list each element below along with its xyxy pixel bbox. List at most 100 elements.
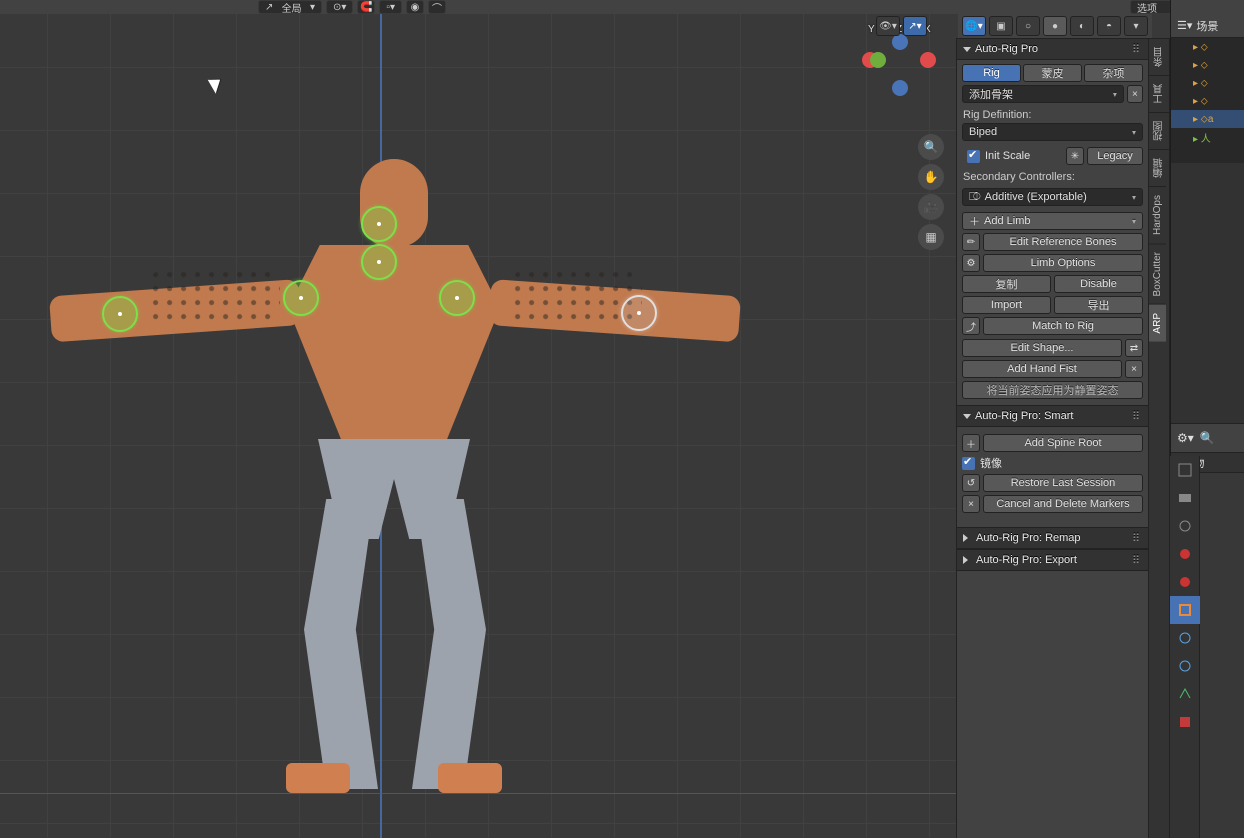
proportional-toggle[interactable]: ◉ [406, 0, 424, 14]
add-armature-dropdown[interactable]: 添加骨架▾ [962, 85, 1124, 103]
properties-search-icon[interactable]: 🔍 [1200, 431, 1215, 445]
apply-rest-pose-button[interactable]: 将当前姿态应用为静置姿态 [962, 381, 1143, 399]
zoom-button[interactable]: 🔍 [918, 134, 944, 160]
rig-marker-hand-l[interactable] [102, 296, 138, 332]
camera-button[interactable]: 🎥 [918, 194, 944, 220]
visibility-dropdown[interactable]: 👁▾ [876, 16, 900, 36]
duplicate-button[interactable]: 复制 [962, 275, 1051, 293]
snap-toggle[interactable]: 🧲 [357, 0, 375, 14]
rig-marker-shoulder-l[interactable] [283, 280, 319, 316]
ptab-render[interactable] [1170, 456, 1200, 484]
ptab-object[interactable] [1170, 596, 1200, 624]
arp-export-title: Auto-Rig Pro: Export [976, 554, 1077, 566]
arp-remap-title: Auto-Rig Pro: Remap [976, 532, 1081, 544]
limb-options-button[interactable]: Limb Options [983, 254, 1143, 272]
vtab-tool[interactable]: 工具 [1149, 75, 1170, 112]
snap-mode-dropdown[interactable]: ▫▾ [379, 0, 402, 14]
shade-rendered[interactable]: ◓ [1097, 16, 1121, 36]
outliner-header[interactable]: ☰▾ 场景 [1171, 14, 1244, 38]
disable-button[interactable]: Disable [1054, 275, 1143, 293]
legacy-button[interactable]: Legacy [1087, 147, 1143, 165]
restore-icon: ↺ [962, 474, 980, 492]
arp-smart-header[interactable]: Auto-Rig Pro: Smart ⠿ [957, 405, 1148, 427]
vtab-view[interactable]: 视图 [1149, 112, 1170, 149]
properties-header[interactable]: ⚙▾ 🔍 [1171, 423, 1244, 453]
3d-viewport[interactable]: Z Y X 🔍 ✋ 🎥 ▦ [0, 14, 956, 838]
xray-toggle[interactable]: ▣ [989, 16, 1013, 36]
hand-fist-remove[interactable]: × [1125, 360, 1143, 378]
ptab-physics[interactable] [1170, 680, 1200, 708]
vtab-edit[interactable]: 编辑 [1149, 149, 1170, 186]
add-limb-button[interactable]: ＋ Add Limb▾ [962, 212, 1143, 230]
ptab-viewlayer[interactable] [1170, 512, 1200, 540]
add-hand-fist-button[interactable]: Add Hand Fist [962, 360, 1122, 378]
vtab-hardops[interactable]: HardOps [1149, 186, 1166, 243]
viewport-shading-row: 🌐▾ ▣ ○ ● ◐ ◓ ▾ [958, 14, 1152, 38]
add-spine-root-button[interactable]: Add Spine Root [983, 434, 1143, 452]
rig-marker-shoulder-r[interactable] [439, 280, 475, 316]
ptab-constraints[interactable] [1170, 708, 1200, 736]
ortho-button[interactable]: ▦ [918, 224, 944, 250]
export-button[interactable]: 导出 [1054, 296, 1143, 314]
rig-marker-neck[interactable] [361, 206, 397, 242]
outliner[interactable]: ▸ ⬦ ▸ ⬦ ▸ ⬦ ▸ ⬦ ▸ ⬦ a ▸ 人 [1171, 38, 1244, 163]
tab-rig[interactable]: Rig [962, 64, 1021, 82]
arp-export-header[interactable]: Auto-Rig Pro: Export ⠿ [957, 549, 1148, 571]
shade-solid[interactable]: ● [1043, 16, 1067, 36]
cancel-icon: × [962, 495, 980, 513]
shade-matprev[interactable]: ◐ [1070, 16, 1094, 36]
mirror-checkbox[interactable]: 镜像 [962, 455, 1002, 471]
options-label: 选项 [1137, 0, 1157, 15]
pan-button[interactable]: ✋ [918, 164, 944, 190]
init-scale-checkbox[interactable]: Init Scale [962, 150, 1030, 163]
remove-armature-button[interactable]: × [1127, 85, 1143, 103]
restore-button[interactable]: Restore Last Session [983, 474, 1143, 492]
rig-def-dropdown[interactable]: Biped▾ [962, 123, 1143, 141]
match-icon: ⤴ [962, 317, 980, 335]
ptab-output[interactable] [1170, 484, 1200, 512]
n-panel-tabs: 条目 工具 视图 编辑 HardOps BoxCutter ARP [1148, 38, 1170, 838]
ptab-scene[interactable] [1170, 540, 1200, 568]
pivot-dropdown[interactable]: ⊙▾ [326, 0, 353, 14]
scene-label: 场景 [1196, 18, 1218, 34]
import-button[interactable]: Import [962, 296, 1051, 314]
tab-skin[interactable]: 蒙皮 [1023, 64, 1082, 82]
axis-y-label: Y [868, 24, 875, 35]
tab-misc[interactable]: 杂项 [1084, 64, 1143, 82]
ptab-modifiers[interactable] [1170, 624, 1200, 652]
overlay-toggle[interactable]: 🌐▾ [962, 16, 986, 36]
proportional-mode[interactable]: ⌒ [428, 0, 446, 14]
legacy-icon: ✳ [1066, 147, 1084, 165]
orientation-dropdown[interactable]: ↗ 全局 ▾ [258, 0, 322, 14]
rig-marker-spine-top[interactable] [361, 244, 397, 280]
match-to-rig-button[interactable]: Match to Rig [983, 317, 1143, 335]
ptab-particles[interactable] [1170, 652, 1200, 680]
edit-ref-bones-button[interactable]: Edit Reference Bones [983, 233, 1143, 251]
arp-remap-header[interactable]: Auto-Rig Pro: Remap ⠿ [957, 527, 1148, 549]
rig-marker-hand-r[interactable] [621, 295, 657, 331]
edit-shape-button[interactable]: Edit Shape... [962, 339, 1122, 357]
add-spine-icon: ＋ [962, 434, 980, 452]
viewport-header-strip: ↗ 全局 ▾ ⊙▾ 🧲 ▫▾ ◉ ⌒ 选项▾ [0, 0, 1244, 14]
orientation-label: 全局 [282, 0, 302, 15]
edit-shape-mirror[interactable]: ⇄ [1125, 339, 1143, 357]
vtab-item[interactable]: 条目 [1149, 38, 1170, 75]
rig-def-label: Rig Definition: [962, 107, 1143, 123]
properties-tabs [1170, 456, 1200, 838]
shade-wire[interactable]: ○ [1016, 16, 1040, 36]
vtab-arp[interactable]: ARP [1149, 304, 1166, 342]
edit-ref-icon: ✏ [962, 233, 980, 251]
viewport-overlay-buttons: 👁▾ ↗▾ [876, 14, 956, 38]
gizmo-toggle[interactable]: ↗▾ [903, 16, 927, 36]
arp-smart-body: ＋ Add Spine Root 镜像 ↺ Restore Last Sessi… [957, 427, 1148, 519]
arp-smart-title: Auto-Rig Pro: Smart [975, 410, 1073, 422]
ptab-world[interactable] [1170, 568, 1200, 596]
arp-panel-body: Rig 蒙皮 杂项 添加骨架▾ × Rig Definition: Biped▾… [957, 60, 1148, 405]
arp-panel-header[interactable]: Auto-Rig Pro ⠿ [957, 38, 1148, 60]
limb-options-icon: ⚙ [962, 254, 980, 272]
shade-options[interactable]: ▾ [1124, 16, 1148, 36]
cancel-button[interactable]: Cancel and Delete Markers [983, 495, 1143, 513]
arp-title: Auto-Rig Pro [975, 43, 1038, 55]
vtab-boxcutter[interactable]: BoxCutter [1149, 243, 1166, 304]
sec-ctrl-dropdown[interactable]: ⎄ Additive (Exportable)▾ [962, 188, 1143, 206]
